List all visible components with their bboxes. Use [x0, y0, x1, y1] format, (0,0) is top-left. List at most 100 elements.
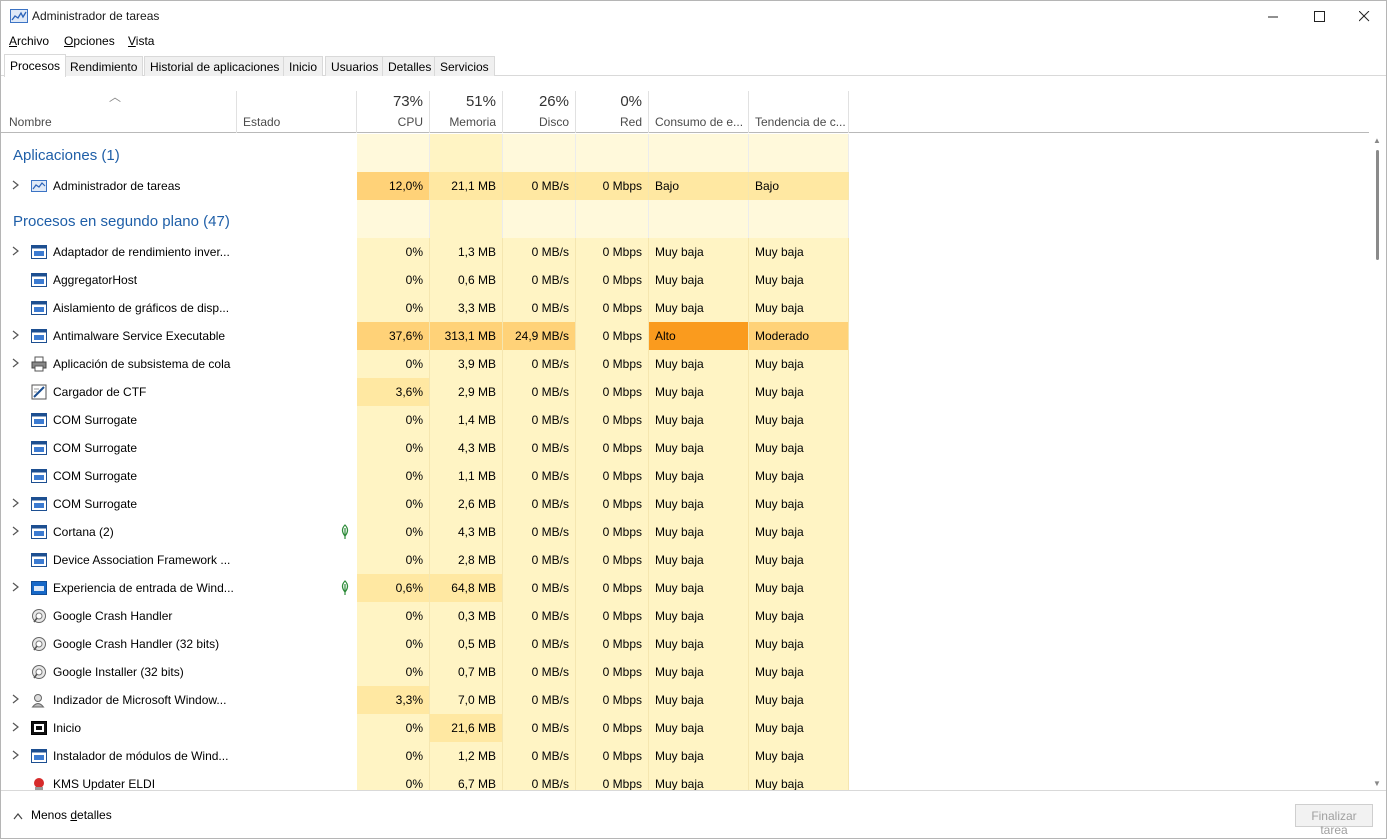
chevron-right-icon[interactable] — [11, 721, 21, 733]
chevron-up-icon — [13, 812, 23, 820]
process-row[interactable]: Google Crash Handler 0% 0,3 MB 0 MB/s 0 Mbps… — [1, 602, 1369, 630]
power-usage-cell: Muy baja — [649, 574, 749, 602]
power-trend-cell: Muy baja — [749, 686, 849, 714]
maximize-icon — [1313, 10, 1325, 22]
process-row[interactable]: AggregatorHost 0% 0,6 MB 0 MB/s 0 Mbps Muy ba… — [1, 266, 1369, 294]
cpu-cell: 3,6% — [357, 378, 430, 406]
network-cell: 0 Mbps — [576, 770, 649, 790]
minimize-button[interactable] — [1250, 1, 1296, 31]
service-window-icon — [31, 245, 47, 259]
group-apps-title[interactable]: Aplicaciones (1) — [13, 147, 120, 164]
disk-cell: 0 MB/s — [503, 630, 576, 658]
menu-bar: Archivo Opciones Vista — [1, 31, 1386, 52]
header-network[interactable]: 0% Red — [576, 91, 649, 133]
chevron-right-icon[interactable] — [11, 179, 21, 191]
header-cpu[interactable]: 73% CPU — [357, 91, 430, 133]
process-name: Instalador de módulos de Wind... — [53, 749, 229, 763]
power-usage-cell: Muy baja — [649, 714, 749, 742]
chevron-right-icon[interactable] — [11, 749, 21, 761]
cpu-cell: 0% — [357, 350, 430, 378]
header-power-trend[interactable]: Tendencia de c... — [749, 91, 849, 133]
disk-cell: 0 MB/s — [503, 238, 576, 266]
process-row[interactable]: KMS Updater ELDI 0% 6,7 MB 0 MB/s 0 Mbps Muy … — [1, 770, 1369, 790]
chevron-right-icon[interactable] — [11, 329, 21, 341]
power-trend-cell: Muy baja — [749, 518, 849, 546]
power-usage-cell: Muy baja — [649, 518, 749, 546]
fewer-details-button[interactable]: Menos detalles — [13, 808, 112, 822]
maximize-button[interactable] — [1296, 1, 1342, 31]
tab-procesos[interactable]: Procesos — [4, 54, 67, 77]
tab-detalles[interactable]: Detalles — [382, 56, 438, 76]
header-memory[interactable]: 51% Memoria — [430, 91, 503, 133]
end-task-button[interactable]: Finalizar tarea — [1295, 804, 1373, 837]
google-installer-icon — [32, 637, 46, 651]
cpu-cell: 0% — [357, 434, 430, 462]
process-row[interactable]: Device Association Framework ... 0% 2,8 MB… — [1, 546, 1369, 574]
process-row[interactable]: Instalador de módulos de Wind... 0% 1,2 MB… — [1, 742, 1369, 770]
tab-inicio[interactable]: Inicio — [283, 56, 324, 76]
process-row[interactable]: Cargador de CTF 3,6% 2,9 MB 0 MB/s 0 Mbps Muy… — [1, 378, 1369, 406]
process-name: Aplicación de subsistema de cola — [53, 357, 231, 371]
process-row[interactable]: COM Surrogate 0% 4,3 MB 0 MB/s 0 Mbps Muy baj… — [1, 434, 1369, 462]
process-name: Adaptador de rendimiento inver... — [53, 245, 230, 259]
cpu-cell: 0% — [357, 490, 430, 518]
network-cell: 0 Mbps — [576, 518, 649, 546]
process-name: Google Crash Handler — [53, 609, 173, 623]
vertical-scrollbar[interactable]: ▲ ▼ — [1370, 134, 1386, 790]
process-row[interactable]: Google Installer (32 bits) 0% 0,7 MB 0 MB/s… — [1, 658, 1369, 686]
header-power[interactable]: Consumo de e... — [649, 91, 749, 133]
header-name[interactable]: ︿ Nombre — [1, 90, 237, 133]
process-row[interactable]: COM Surrogate 0% 2,6 MB 0 MB/s 0 Mbps Muy baj… — [1, 490, 1369, 518]
chevron-right-icon[interactable] — [11, 245, 21, 257]
process-name: COM Surrogate — [53, 497, 138, 511]
scroll-up-icon[interactable]: ▲ — [1373, 136, 1381, 145]
chevron-right-icon[interactable] — [11, 497, 21, 509]
scroll-thumb[interactable] — [1376, 150, 1379, 260]
scroll-down-icon[interactable]: ▼ — [1373, 779, 1381, 788]
process-row[interactable]: Administrador de tareas 12,0% 21,1 MB 0 MB/… — [1, 172, 1369, 200]
process-name: KMS Updater ELDI — [53, 777, 156, 790]
process-row[interactable]: Cortana (2) 0% 4,3 MB 0 MB/s 0 Mbps Muy baja M… — [1, 518, 1369, 546]
header-status[interactable]: Estado — [237, 91, 357, 133]
tab-usuarios[interactable]: Usuarios — [325, 56, 385, 76]
chevron-right-icon[interactable] — [11, 357, 21, 369]
power-usage-cell: Muy baja — [649, 434, 749, 462]
header-disk[interactable]: 26% Disco — [503, 91, 576, 133]
network-cell: 0 Mbps — [576, 630, 649, 658]
menu-opciones[interactable]: Opciones — [64, 34, 115, 48]
tab-rendimiento[interactable]: Rendimiento — [64, 56, 144, 76]
process-row[interactable]: Aislamiento de gráficos de disp... 0% 3,3 … — [1, 294, 1369, 322]
chevron-right-icon[interactable] — [11, 525, 21, 537]
disk-cell: 0 MB/s — [503, 266, 576, 294]
cpu-cell: 0% — [357, 406, 430, 434]
close-button[interactable] — [1341, 1, 1387, 31]
process-row[interactable]: Antimalware Service Executable 37,6% 313,1… — [1, 322, 1369, 350]
cpu-cell: 0% — [357, 742, 430, 770]
process-row[interactable]: COM Surrogate 0% 1,1 MB 0 MB/s 0 Mbps Muy baj… — [1, 462, 1369, 490]
tab-servicios[interactable]: Servicios — [434, 56, 495, 76]
process-row[interactable]: Adaptador de rendimiento inver... 0% 1,3 M… — [1, 238, 1369, 266]
power-usage-cell: Muy baja — [649, 630, 749, 658]
disk-cell: 0 MB/s — [503, 714, 576, 742]
service-window-icon — [31, 497, 47, 511]
menu-vista[interactable]: Vista — [128, 34, 154, 48]
process-row[interactable]: Inicio 0% 21,6 MB 0 MB/s 0 Mbps Muy baja Muy b… — [1, 714, 1369, 742]
power-usage-cell: Muy baja — [649, 770, 749, 790]
service-window-icon — [31, 329, 47, 343]
chevron-right-icon[interactable] — [11, 581, 21, 593]
process-row[interactable]: Google Crash Handler (32 bits) 0% 0,5 MB 0 … — [1, 630, 1369, 658]
process-row[interactable]: Experiencia de entrada de Wind... 0,6% 64,… — [1, 574, 1369, 602]
cpu-cell: 0% — [357, 266, 430, 294]
chevron-right-icon[interactable] — [11, 693, 21, 705]
process-row[interactable]: COM Surrogate 0% 1,4 MB 0 MB/s 0 Mbps Muy baj… — [1, 406, 1369, 434]
disk-cell: 0 MB/s — [503, 434, 576, 462]
network-cell: 0 Mbps — [576, 602, 649, 630]
process-row[interactable]: Aplicación de subsistema de cola 0% 3,9 MB… — [1, 350, 1369, 378]
process-row[interactable]: Indizador de Microsoft Window... 3,3% 7,0 … — [1, 686, 1369, 714]
power-trend-cell: Muy baja — [749, 490, 849, 518]
menu-archivo[interactable]: Archivo — [9, 34, 49, 48]
network-cell: 0 Mbps — [576, 294, 649, 322]
network-cell: 0 Mbps — [576, 350, 649, 378]
group-background-title[interactable]: Procesos en segundo plano (47) — [13, 213, 230, 230]
tab-historial[interactable]: Historial de aplicaciones — [144, 56, 286, 76]
